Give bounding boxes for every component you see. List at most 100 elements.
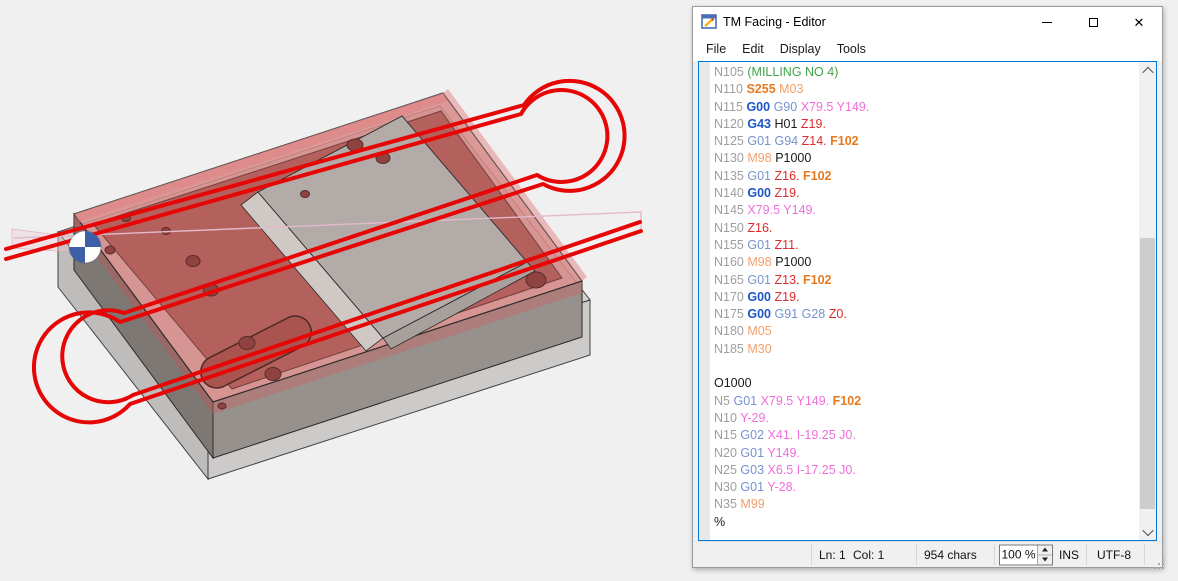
code-token: F102 <box>830 134 859 148</box>
resize-grip[interactable] <box>1154 559 1156 561</box>
code-token: N140 <box>714 186 744 200</box>
code-line: N15 G02 X41. I-19.25 J0. <box>714 427 1138 444</box>
code-token: G00 <box>747 307 771 321</box>
code-token: N170 <box>714 290 744 304</box>
code-token: N150 <box>714 221 744 235</box>
code-line: N150 Z16. <box>714 220 1138 237</box>
code-token: G94 <box>775 134 799 148</box>
code-token: N180 <box>714 324 744 338</box>
code-token: N185 <box>714 342 744 356</box>
code-token: Y-29. <box>740 411 769 425</box>
close-button[interactable]: ✕ <box>1116 7 1162 37</box>
scroll-down-button[interactable] <box>1139 523 1156 540</box>
close-icon: ✕ <box>1134 16 1145 29</box>
window-title: TM Facing - Editor <box>723 15 826 29</box>
code-line: N120 G43 H01 Z19. <box>714 116 1138 133</box>
code-token: P1000 <box>775 255 811 269</box>
window-client-area: N105 (MILLING NO 4)N110 S255 M03 N115 G00… <box>693 61 1162 567</box>
3d-viewport[interactable] <box>0 0 690 576</box>
status-separator <box>1144 544 1145 565</box>
code-token: F102 <box>803 169 832 183</box>
menu-tools[interactable]: Tools <box>829 39 874 59</box>
gcode-editor[interactable]: N105 (MILLING NO 4)N110 S255 M03 N115 G00… <box>698 61 1157 541</box>
code-token: X79.5 Y149. <box>801 100 870 114</box>
minimize-icon <box>1042 22 1052 23</box>
menu-file[interactable]: File <box>698 39 734 59</box>
code-token: O1000 <box>714 376 752 390</box>
origin-marker-icon <box>69 231 101 263</box>
code-token: M98 <box>747 151 771 165</box>
code-token: N135 <box>714 169 744 183</box>
code-line: N20 G01 Y149. <box>714 445 1138 462</box>
chevron-up-icon <box>1142 66 1153 77</box>
code-token: N145 <box>714 203 744 217</box>
vertical-scrollbar[interactable] <box>1139 62 1156 540</box>
code-token: N110 <box>714 82 743 96</box>
code-token: Z0. <box>829 307 847 321</box>
code-line: N145 X79.5 Y149. <box>714 202 1138 219</box>
status-column-number: Col: 1 <box>853 548 884 562</box>
code-token: G01 <box>747 273 771 287</box>
code-line <box>714 358 1138 375</box>
code-token: H01 <box>775 117 798 131</box>
code-line: N115 G00 G90 X79.5 Y149. <box>714 99 1138 116</box>
code-token: G00 <box>746 100 770 114</box>
code-token: Z16. <box>775 169 800 183</box>
code-line: N175 G00 G91 G28 Z0. <box>714 306 1138 323</box>
spin-down-button[interactable] <box>1038 555 1052 564</box>
code-line: N105 (MILLING NO 4) <box>714 64 1138 81</box>
caption-buttons: ✕ <box>1024 7 1162 37</box>
code-token: G01 <box>747 238 771 252</box>
code-token: N175 <box>714 307 744 321</box>
spin-up-button[interactable] <box>1038 545 1052 555</box>
code-token: X6.5 I-17.25 J0. <box>768 463 856 477</box>
code-token: M30 <box>747 342 771 356</box>
code-token: M99 <box>740 497 764 511</box>
zoom-spinner[interactable]: 100 % <box>999 544 1053 565</box>
code-token: G91 <box>775 307 799 321</box>
code-token: X41. I-19.25 J0. <box>768 428 856 442</box>
code-token: G00 <box>747 186 771 200</box>
code-token: N105 <box>714 65 744 79</box>
code-line: N25 G03 X6.5 I-17.25 J0. <box>714 462 1138 479</box>
code-token: N165 <box>714 273 744 287</box>
code-line: N140 G00 Z19. <box>714 185 1138 202</box>
code-line: N160 M98 P1000 <box>714 254 1138 271</box>
maximize-button[interactable] <box>1070 7 1116 37</box>
code-token: G01 <box>740 480 764 494</box>
code-token: F102 <box>803 273 832 287</box>
status-char-count: 954 chars <box>924 548 977 562</box>
scroll-up-button[interactable] <box>1139 62 1156 79</box>
menu-display[interactable]: Display <box>772 39 829 59</box>
code-token: Z19. <box>775 290 800 304</box>
code-line: N30 G01 Y-28. <box>714 479 1138 496</box>
code-token: P1000 <box>775 151 811 165</box>
code-token: M98 <box>747 255 771 269</box>
status-insert-mode: INS <box>1059 548 1079 562</box>
code-token: Z19. <box>775 186 800 200</box>
code-token: N125 <box>714 134 744 148</box>
code-token: % <box>714 515 725 529</box>
triangle-up-icon <box>1042 548 1048 552</box>
code-line: N125 G01 G94 Z14. F102 <box>714 133 1138 150</box>
code-token: M03 <box>779 82 803 96</box>
menu-edit[interactable]: Edit <box>734 39 772 59</box>
code-token: X79.5 Y149. <box>747 203 816 217</box>
code-token: N115 <box>714 100 743 114</box>
code-token: G01 <box>740 446 764 460</box>
code-token: Z19. <box>801 117 826 131</box>
code-token: G01 <box>733 394 757 408</box>
code-token: N30 <box>714 480 737 494</box>
triangle-down-icon <box>1042 558 1048 562</box>
title-bar[interactable]: TM Facing - Editor ✕ <box>693 7 1162 37</box>
code-token: X79.5 Y149. <box>761 394 830 408</box>
scrollbar-thumb[interactable] <box>1140 238 1155 509</box>
code-token: S255 <box>746 82 775 96</box>
code-token: N130 <box>714 151 744 165</box>
code-token: G01 <box>747 134 771 148</box>
code-token: N15 <box>714 428 737 442</box>
status-separator <box>1086 544 1087 565</box>
minimize-button[interactable] <box>1024 7 1070 37</box>
code-token: N120 <box>714 117 744 131</box>
status-line-number: Ln: 1 <box>819 548 846 562</box>
